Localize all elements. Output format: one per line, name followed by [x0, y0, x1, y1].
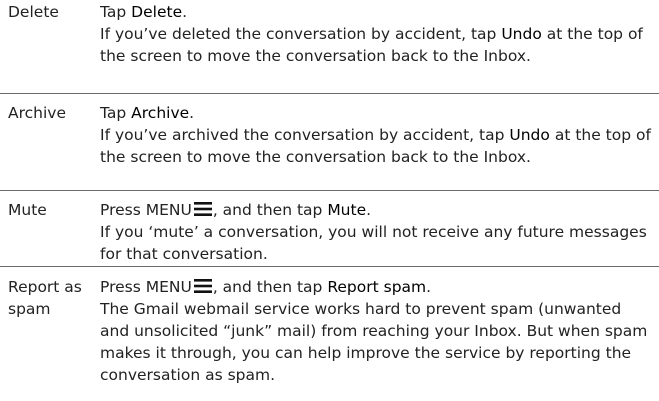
- instruction-text: Tap: [100, 104, 132, 122]
- detail-delete: If you’ve deleted the conversation by ac…: [100, 23, 653, 67]
- term-delete: Delete: [8, 3, 59, 21]
- instruction-text: Press MENU: [100, 278, 192, 296]
- term-archive: Archive: [8, 104, 66, 122]
- instruction-text-mid: , and then tap: [212, 201, 328, 219]
- action-name-mute: Mute: [327, 201, 367, 219]
- instruction-text-mid: , and then tap: [212, 278, 328, 296]
- action-name-archive: Archive: [131, 104, 190, 122]
- instruction-mute: Press MENU , and then tap Mute.: [100, 199, 653, 221]
- table-row-report-spam: Report as spam Press MENU , and then tap …: [0, 267, 659, 397]
- description-delete: Tap Delete. If you’ve deleted the conver…: [100, 1, 659, 93]
- instruction-punctuation: .: [366, 201, 372, 219]
- instruction-delete: Tap Delete.: [100, 1, 653, 23]
- table-row-mute: Mute Press MENU , and then tap Mute. If y…: [0, 191, 659, 267]
- instruction-punctuation: .: [182, 3, 188, 21]
- undo-label: Undo: [501, 25, 542, 43]
- instruction-punctuation: .: [189, 104, 195, 122]
- description-mute: Press MENU , and then tap Mute. If you ‘m…: [100, 199, 659, 266]
- instruction-punctuation: .: [426, 278, 432, 296]
- detail-archive: If you’ve archived the conversation by a…: [100, 124, 653, 168]
- table-row-archive: Archive Tap Archive. If you’ve archived …: [0, 94, 659, 191]
- detail-text: If you’ve archived the conversation by a…: [100, 126, 510, 144]
- term-report-spam: Report as spam: [8, 278, 82, 318]
- description-report-spam: Press MENU , and then tap Report spam. Th…: [100, 276, 659, 397]
- action-table: Delete Tap Delete. If you’ve deleted the…: [0, 0, 659, 397]
- undo-label: Undo: [509, 126, 550, 144]
- description-archive: Tap Archive. If you’ve archived the conv…: [100, 102, 659, 190]
- instruction-archive: Tap Archive.: [100, 102, 653, 124]
- action-name-delete: Delete: [131, 3, 183, 21]
- term-mute: Mute: [8, 201, 47, 219]
- detail-text: If you’ve deleted the conversation by ac…: [100, 25, 502, 43]
- instruction-text: Tap: [100, 3, 132, 21]
- instruction-text: Press MENU: [100, 201, 192, 219]
- table-row-delete: Delete Tap Delete. If you’ve deleted the…: [0, 0, 659, 94]
- action-name-report-spam: Report spam: [327, 278, 427, 296]
- menu-icon: [193, 279, 212, 293]
- detail-mute: If you ‘mute’ a conversation, you will n…: [100, 223, 647, 263]
- detail-report-spam: The Gmail webmail service works hard to …: [100, 300, 648, 384]
- instruction-report-spam: Press MENU , and then tap Report spam.: [100, 276, 653, 298]
- menu-icon: [193, 202, 212, 216]
